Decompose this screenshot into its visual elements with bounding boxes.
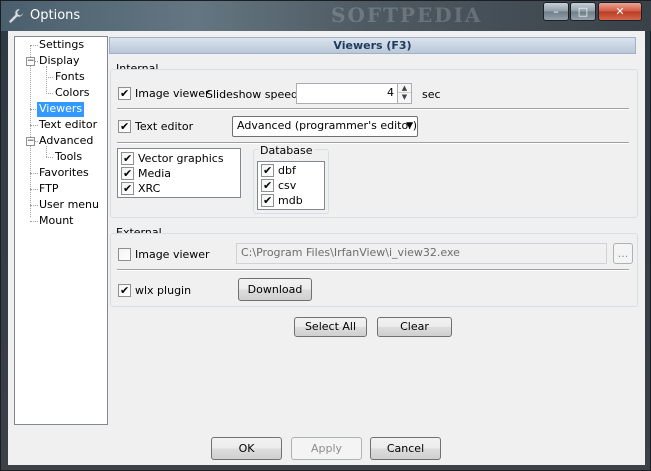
options-tree[interactable]: − − Settings Display Fonts Colors Viewer… (14, 36, 108, 425)
ok-button[interactable]: OK (211, 437, 282, 460)
title-bar[interactable]: SOFTPEDIA Options – □ ✕ (1, 1, 651, 31)
dialog-client: − − Settings Display Fonts Colors Viewer… (8, 31, 645, 465)
separator (117, 142, 629, 144)
tree-item-advanced[interactable]: Advanced (37, 134, 95, 149)
checkbox-box (118, 87, 131, 100)
spin-down-icon[interactable]: ▼ (398, 93, 411, 102)
options-window: SOFTPEDIA Options – □ ✕ − − Settings Dis… (0, 0, 651, 471)
external-viewer-path-input[interactable]: C:\Program Files\IrfanView\i_view32.exe (236, 243, 607, 264)
checkbox-box (121, 167, 134, 180)
internal-image-viewer-checkbox[interactable]: Image viewer (118, 87, 210, 101)
tree-item-display[interactable]: Display (37, 54, 82, 69)
tree-item-colors[interactable]: Colors (53, 86, 91, 101)
separator (117, 269, 629, 271)
checkbox-box (118, 248, 131, 261)
slideshow-speed-label: Slideshow speed: (206, 88, 302, 101)
tree-item-text-editor[interactable]: Text editor (37, 118, 99, 133)
collapse-advanced-icon[interactable]: − (26, 137, 35, 146)
cancel-button[interactable]: Cancel (370, 437, 441, 460)
wlx-plugin-checkbox[interactable]: wlx plugin (118, 284, 191, 298)
tree-item-mount[interactable]: Mount (37, 214, 75, 229)
wrench-icon (8, 8, 24, 24)
slideshow-speed-input[interactable]: 4 (296, 83, 399, 104)
dbf-checkbox[interactable]: dbf (261, 164, 296, 178)
minimize-button[interactable]: – (543, 2, 569, 21)
checkbox-box (121, 182, 134, 195)
clear-button[interactable]: Clear (377, 317, 452, 337)
checkbox-box (121, 152, 134, 165)
vector-graphics-checkbox[interactable]: Vector graphics (121, 152, 224, 166)
tree-item-user-menu[interactable]: User menu (37, 198, 101, 213)
separator (117, 108, 629, 110)
tree-item-tools[interactable]: Tools (53, 150, 84, 165)
tree-item-settings[interactable]: Settings (37, 38, 86, 53)
csv-checkbox[interactable]: csv (261, 179, 296, 193)
checkbox-box (118, 120, 131, 133)
xrc-checkbox[interactable]: XRC (121, 182, 160, 196)
tree-item-fonts[interactable]: Fonts (53, 70, 87, 85)
panel-title: Viewers (F3) (109, 37, 636, 54)
internal-text-editor-checkbox[interactable]: Text editor (118, 120, 193, 134)
media-checkbox[interactable]: Media (121, 167, 171, 181)
text-editor-mode-select[interactable]: Advanced (programmer's editor) ▼ (232, 116, 418, 137)
maximize-button[interactable]: □ (570, 2, 596, 21)
checkbox-box (261, 164, 274, 177)
browse-button[interactable]: ... (613, 243, 633, 264)
close-button[interactable]: ✕ (598, 2, 642, 21)
apply-button[interactable]: Apply (291, 437, 362, 460)
slideshow-unit: sec (422, 88, 441, 101)
spin-up-icon[interactable]: ▲ (398, 84, 411, 93)
select-all-button[interactable]: Select All (294, 317, 367, 337)
database-group-label: Database (258, 144, 315, 157)
mdb-checkbox[interactable]: mdb (261, 194, 303, 208)
collapse-display-icon[interactable]: − (26, 57, 35, 66)
tree-item-ftp[interactable]: FTP (37, 182, 61, 197)
checkbox-box (261, 194, 274, 207)
checkbox-box (118, 284, 131, 297)
tree-item-favorites[interactable]: Favorites (37, 166, 91, 181)
checkbox-box (261, 179, 274, 192)
external-image-viewer-checkbox[interactable]: Image viewer (118, 248, 210, 262)
slideshow-speed-spinner[interactable]: ▲ ▼ (397, 83, 412, 104)
download-button[interactable]: Download (238, 278, 312, 301)
tree-item-viewers[interactable]: Viewers (37, 102, 85, 117)
window-title: Options (30, 8, 81, 23)
chevron-down-icon: ▼ (406, 121, 413, 131)
watermark: SOFTPEDIA (331, 3, 483, 27)
